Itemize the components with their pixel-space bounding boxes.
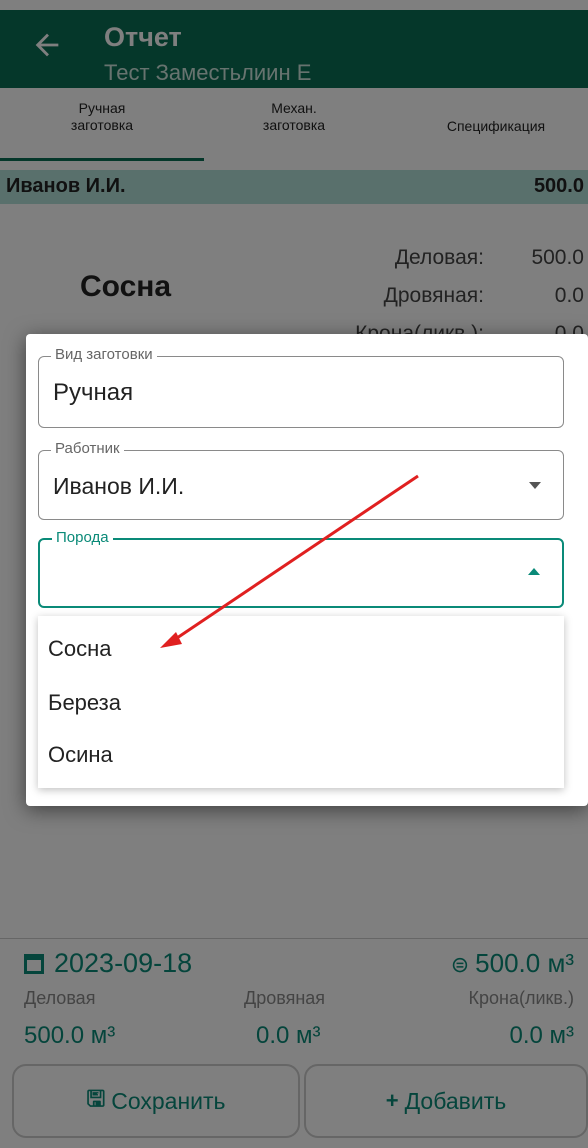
species-dropdown: Сосна Береза Осина xyxy=(38,616,564,788)
option-birch[interactable]: Береза xyxy=(48,690,121,716)
chevron-up-icon xyxy=(528,568,540,575)
harvest-type-label: Вид заготовки xyxy=(51,346,157,363)
worker-select-value: Иванов И.И. xyxy=(53,473,185,499)
species-select-label: Порода xyxy=(52,529,113,546)
species-select[interactable]: Порода xyxy=(38,529,564,608)
worker-select[interactable]: Работник Иванов И.И. xyxy=(38,440,564,520)
chevron-down-icon xyxy=(529,482,541,489)
harvest-type-value: Ручная xyxy=(53,379,134,406)
worker-select-label: Работник xyxy=(51,440,124,457)
option-aspen[interactable]: Осина xyxy=(48,742,113,768)
harvest-type-field[interactable]: Вид заготовки Ручная xyxy=(38,346,564,428)
option-pine[interactable]: Сосна xyxy=(48,636,112,662)
